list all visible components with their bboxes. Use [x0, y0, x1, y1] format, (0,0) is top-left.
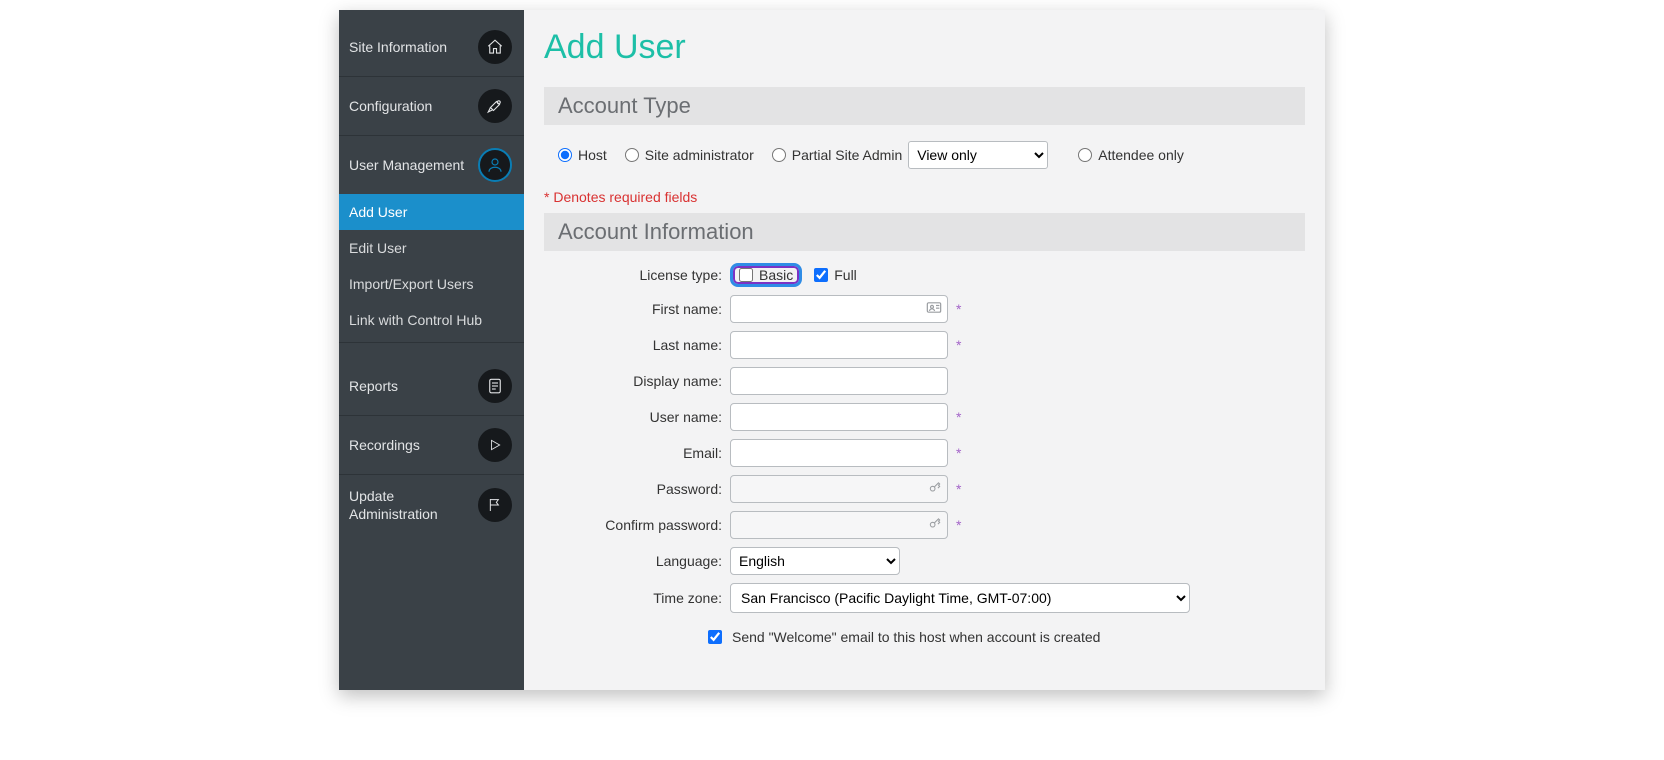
sidebar-item-reports[interactable]: Reports: [339, 357, 524, 416]
label-welcome-email: Send "Welcome" email to this host when a…: [732, 629, 1100, 645]
section-header-account-type: Account Type: [544, 87, 1305, 125]
radio-site-admin-input[interactable]: [625, 148, 639, 162]
input-password[interactable]: [730, 475, 948, 503]
required-fields-note: * Denotes required fields: [544, 185, 1305, 213]
label-password: Password:: [544, 481, 730, 497]
required-asterisk: *: [956, 301, 961, 317]
input-user-name[interactable]: [730, 403, 948, 431]
row-time-zone: Time zone: San Francisco (Pacific Daylig…: [544, 583, 1305, 613]
sidebar-item-label: Reports: [349, 378, 398, 394]
license-basic-highlight: Basic: [730, 263, 802, 287]
label-first-name: First name:: [544, 301, 730, 317]
radio-host-label: Host: [578, 147, 607, 163]
radio-attendee-only[interactable]: Attendee only: [1078, 147, 1184, 163]
input-email[interactable]: [730, 439, 948, 467]
radio-host[interactable]: Host: [558, 147, 607, 163]
sidebar-item-label: Site Information: [349, 39, 447, 55]
radio-host-input[interactable]: [558, 148, 572, 162]
radio-site-admin[interactable]: Site administrator: [625, 147, 754, 163]
checkbox-license-basic[interactable]: [739, 268, 753, 282]
sidebar-sub-add-user[interactable]: Add User: [339, 194, 524, 230]
label-user-name: User name:: [544, 409, 730, 425]
required-asterisk: *: [956, 445, 961, 461]
checkbox-license-full[interactable]: [814, 268, 828, 282]
row-welcome-email: Send "Welcome" email to this host when a…: [708, 621, 1305, 645]
sidebar-item-label: Configuration: [349, 98, 432, 114]
row-email: Email: *: [544, 439, 1305, 467]
sidebar-item-user-management[interactable]: User Management: [339, 136, 524, 194]
sidebar-item-recordings[interactable]: Recordings: [339, 416, 524, 475]
sidebar-submenu-user-management: Add User Edit User Import/Export Users L…: [339, 194, 524, 343]
main-content: Add User Account Type Host Site administ…: [524, 10, 1325, 690]
row-license-type: License type: Basic Full: [544, 263, 1305, 287]
label-time-zone: Time zone:: [544, 590, 730, 606]
row-last-name: Last name: *: [544, 331, 1305, 359]
required-asterisk: *: [956, 337, 961, 353]
sidebar-item-update-administration[interactable]: Update Administration: [339, 475, 524, 535]
radio-partial-site-admin-input[interactable]: [772, 148, 786, 162]
label-display-name: Display name:: [544, 373, 730, 389]
play-icon: [478, 428, 512, 462]
sidebar-sub-label: Add User: [349, 204, 407, 220]
tools-icon: [478, 89, 512, 123]
row-password: Password: *: [544, 475, 1305, 503]
sidebar-item-label: Recordings: [349, 437, 420, 453]
sidebar-item-label: Update Administration: [349, 487, 478, 523]
sidebar-sub-link-control-hub[interactable]: Link with Control Hub: [339, 302, 524, 343]
flag-icon: [478, 488, 512, 522]
sidebar-item-configuration[interactable]: Configuration: [339, 77, 524, 136]
select-time-zone[interactable]: San Francisco (Pacific Daylight Time, GM…: [730, 583, 1190, 613]
label-license-type: License type:: [544, 267, 730, 283]
radio-site-admin-label: Site administrator: [645, 147, 754, 163]
row-first-name: First name: *: [544, 295, 1305, 323]
row-display-name: Display name:: [544, 367, 1305, 395]
input-last-name[interactable]: [730, 331, 948, 359]
label-license-full: Full: [834, 267, 857, 283]
required-asterisk: *: [956, 517, 961, 533]
radio-partial-site-admin[interactable]: Partial Site Admin View only: [772, 141, 1049, 169]
row-language: Language: English: [544, 547, 1305, 575]
page-title: Add User: [544, 28, 1305, 67]
radio-attendee-only-input[interactable]: [1078, 148, 1092, 162]
label-confirm-password: Confirm password:: [544, 517, 730, 533]
select-language[interactable]: English: [730, 547, 900, 575]
sidebar-item-label: User Management: [349, 157, 464, 173]
label-license-basic: Basic: [759, 267, 793, 283]
checkbox-welcome-email[interactable]: [708, 630, 722, 644]
sidebar-sub-import-export-users[interactable]: Import/Export Users: [339, 266, 524, 302]
partial-site-admin-select[interactable]: View only: [908, 141, 1048, 169]
section-header-account-info: Account Information: [544, 213, 1305, 251]
user-icon: [478, 148, 512, 182]
label-email: Email:: [544, 445, 730, 461]
sidebar-sub-label: Edit User: [349, 240, 407, 256]
sidebar-sub-label: Link with Control Hub: [349, 312, 482, 328]
sidebar-sub-label: Import/Export Users: [349, 276, 473, 292]
input-confirm-password[interactable]: [730, 511, 948, 539]
required-asterisk: *: [956, 409, 961, 425]
row-user-name: User name: *: [544, 403, 1305, 431]
input-first-name[interactable]: [730, 295, 948, 323]
document-icon: [478, 369, 512, 403]
radio-attendee-only-label: Attendee only: [1098, 147, 1184, 163]
row-confirm-password: Confirm password: *: [544, 511, 1305, 539]
input-display-name[interactable]: [730, 367, 948, 395]
sidebar-sub-edit-user[interactable]: Edit User: [339, 230, 524, 266]
sidebar: Site Information Configuration User Mana…: [339, 10, 524, 690]
home-icon: [478, 30, 512, 64]
sidebar-item-site-information[interactable]: Site Information: [339, 18, 524, 77]
required-asterisk: *: [956, 481, 961, 497]
label-last-name: Last name:: [544, 337, 730, 353]
app-window: Site Information Configuration User Mana…: [339, 10, 1325, 690]
account-type-options: Host Site administrator Partial Site Adm…: [544, 137, 1305, 185]
radio-partial-site-admin-label: Partial Site Admin: [792, 147, 903, 163]
label-language: Language:: [544, 553, 730, 569]
